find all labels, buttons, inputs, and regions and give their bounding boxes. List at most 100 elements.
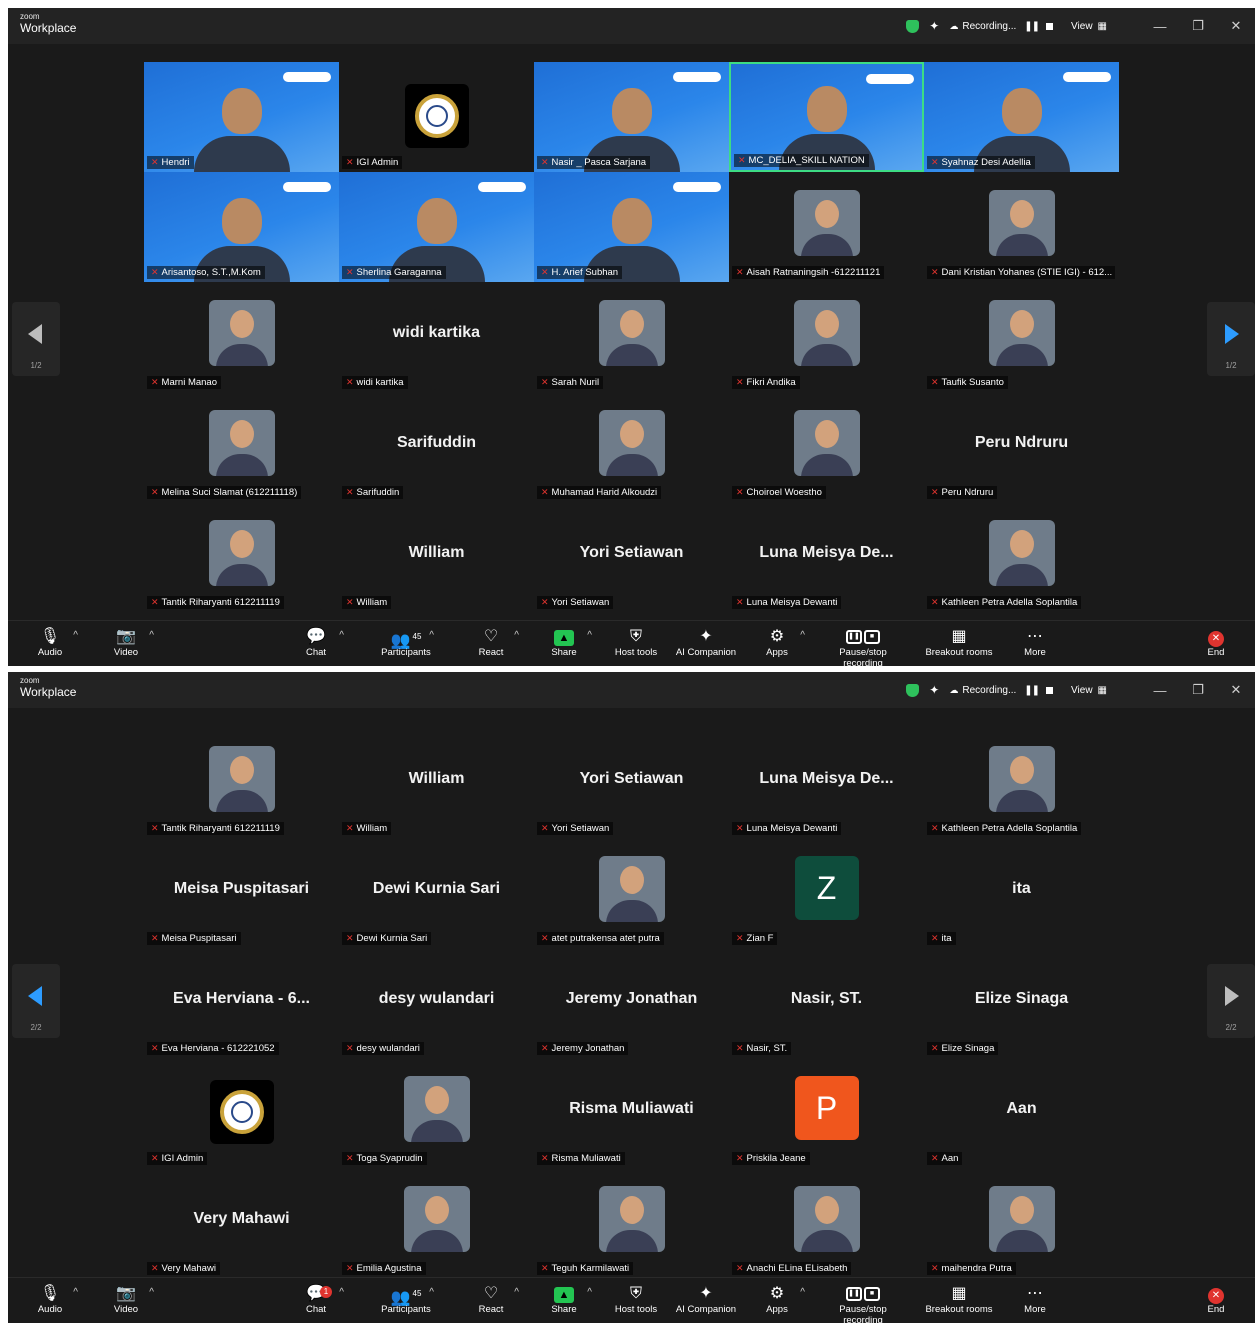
ai-companion-button[interactable]: ✦ AI Companion xyxy=(666,1284,746,1315)
recording-indicator[interactable]: ☁ Recording... ❚❚ xyxy=(949,21,1054,32)
pause-stop-recording-button[interactable]: ❚❚ ■ Pause/stop recording xyxy=(823,1284,903,1323)
participant-tile[interactable]: ✕ H. Arief Subhan xyxy=(534,172,729,282)
participant-tile[interactable]: P ✕ Priskila Jeane xyxy=(729,1058,924,1168)
chevron-up-icon[interactable]: ^ xyxy=(339,1287,344,1298)
video-button[interactable]: 📷 Video ^ xyxy=(86,627,166,658)
participant-tile[interactable]: ✕ Nasir _ Pasca Sarjana xyxy=(534,62,729,172)
participant-tile[interactable]: Aan ✕ Aan xyxy=(924,1058,1119,1168)
restore-button[interactable]: ❐ xyxy=(1179,18,1217,34)
participant-tile[interactable]: Meisa Puspitasari ✕ Meisa Puspitasari xyxy=(144,838,339,948)
chat-button[interactable]: 💬 Chat ^ xyxy=(276,627,356,658)
next-page-button[interactable]: 1/2 xyxy=(1207,302,1255,376)
minimize-button[interactable]: — xyxy=(1141,683,1179,698)
participant-tile[interactable]: ✕ Dani Kristian Yohanes (STIE IGI) - 612… xyxy=(924,172,1119,282)
participant-tile[interactable]: Yori Setiawan ✕ Yori Setiawan xyxy=(534,728,729,838)
participants-button[interactable]: 👥 45 Participants ^ xyxy=(366,627,446,658)
encryption-shield-icon[interactable] xyxy=(906,19,920,33)
pause-recording-icon[interactable]: ❚❚ xyxy=(1024,685,1040,696)
participant-tile[interactable]: ✕ atet putrakensa atet putra xyxy=(534,838,729,948)
participant-tile[interactable]: ✕ Sarah Nuril xyxy=(534,282,729,392)
chevron-up-icon[interactable]: ^ xyxy=(73,630,78,641)
participant-tile[interactable]: Sarifuddin ✕ Sarifuddin xyxy=(339,392,534,502)
participant-tile[interactable]: ✕ Kathleen Petra Adella Soplantila xyxy=(924,728,1119,838)
participant-tile[interactable]: Jeremy Jonathan ✕ Jeremy Jonathan xyxy=(534,948,729,1058)
participant-tile[interactable]: Luna Meisya De... ✕ Luna Meisya Dewanti xyxy=(729,502,924,612)
breakout-rooms-button[interactable]: ▦ Breakout rooms xyxy=(919,1284,999,1315)
participant-tile[interactable]: ✕ IGI Admin xyxy=(339,62,534,172)
chevron-up-icon[interactable]: ^ xyxy=(587,1287,592,1298)
participant-tile[interactable]: Dewi Kurnia Sari ✕ Dewi Kurnia Sari xyxy=(339,838,534,948)
previous-page-button[interactable]: 1/2 xyxy=(12,302,60,376)
participant-tile[interactable]: William ✕ William xyxy=(339,502,534,612)
close-button[interactable]: ✕ xyxy=(1217,18,1255,34)
participant-tile[interactable]: ✕ Fikri Andika xyxy=(729,282,924,392)
apps-button[interactable]: ⚙ Apps ^ xyxy=(737,1284,817,1315)
host-tools-button[interactable]: ⛨ Host tools xyxy=(596,627,676,658)
view-button[interactable]: View ▦ xyxy=(1071,21,1107,32)
ai-sparkle-icon[interactable]: ✦ xyxy=(929,683,939,697)
chevron-up-icon[interactable]: ^ xyxy=(514,1287,519,1298)
participant-tile[interactable]: Z ✕ Zian F xyxy=(729,838,924,948)
participant-tile[interactable]: ✕ Emilia Agustina xyxy=(339,1168,534,1278)
participants-button[interactable]: 👥 45 Participants ^ xyxy=(366,1284,446,1315)
participant-tile[interactable]: ita ✕ ita xyxy=(924,838,1119,948)
share-button[interactable]: ▲ Share ^ xyxy=(524,1284,604,1315)
participant-tile[interactable]: Eva Herviana - 6... ✕ Eva Herviana - 612… xyxy=(144,948,339,1058)
participant-tile[interactable]: ✕ Melina Suci Slamat (612211118) xyxy=(144,392,339,502)
pause-recording-icon[interactable]: ❚❚ xyxy=(1024,21,1040,32)
chevron-up-icon[interactable]: ^ xyxy=(429,1287,434,1298)
video-button[interactable]: 📷 Video ^ xyxy=(86,1284,166,1315)
participant-tile[interactable]: ✕ Sherlina Garaganna xyxy=(339,172,534,282)
participant-tile[interactable]: William ✕ William xyxy=(339,728,534,838)
view-button[interactable]: View ▦ xyxy=(1071,685,1107,696)
ai-sparkle-icon[interactable]: ✦ xyxy=(929,19,939,33)
minimize-button[interactable]: — xyxy=(1141,19,1179,34)
close-button[interactable]: ✕ xyxy=(1217,682,1255,698)
participant-tile[interactable]: ✕ Aisah Ratnaningsih -612211121 xyxy=(729,172,924,282)
audio-button[interactable]: 🎙 Audio ^ xyxy=(10,1284,90,1315)
participant-tile[interactable]: Yori Setiawan ✕ Yori Setiawan xyxy=(534,502,729,612)
recording-indicator[interactable]: ☁ Recording... ❚❚ xyxy=(949,685,1054,696)
participant-tile[interactable]: ✕ Choiroel Woestho xyxy=(729,392,924,502)
chevron-up-icon[interactable]: ^ xyxy=(587,630,592,641)
participant-tile[interactable]: ✕ Kathleen Petra Adella Soplantila xyxy=(924,502,1119,612)
more-button[interactable]: ⋯ More xyxy=(995,1284,1075,1315)
stop-recording-icon[interactable] xyxy=(1046,22,1054,30)
end-button[interactable]: ✕ End xyxy=(1176,1284,1255,1315)
stop-recording-icon[interactable] xyxy=(1046,686,1054,694)
participant-tile[interactable]: Nasir, ST. ✕ Nasir, ST. xyxy=(729,948,924,1058)
participant-tile[interactable]: desy wulandari ✕ desy wulandari xyxy=(339,948,534,1058)
participant-tile[interactable]: ✕ Toga Syaprudin xyxy=(339,1058,534,1168)
participant-tile[interactable]: ✕ IGI Admin xyxy=(144,1058,339,1168)
chevron-up-icon[interactable]: ^ xyxy=(149,630,154,641)
chevron-up-icon[interactable]: ^ xyxy=(800,1287,805,1298)
participant-tile[interactable]: ✕ Anachi ELina ELisabeth xyxy=(729,1168,924,1278)
participant-tile[interactable]: ✕ Teguh Karmilawati xyxy=(534,1168,729,1278)
react-button[interactable]: ♡ React ^ xyxy=(451,627,531,658)
chat-button[interactable]: 💬 Chat ^ 1 xyxy=(276,1284,356,1315)
participant-tile[interactable]: ✕ Marni Manao xyxy=(144,282,339,392)
chevron-up-icon[interactable]: ^ xyxy=(149,1287,154,1298)
chevron-up-icon[interactable]: ^ xyxy=(73,1287,78,1298)
previous-page-button[interactable]: 2/2 xyxy=(12,964,60,1038)
react-button[interactable]: ♡ React ^ xyxy=(451,1284,531,1315)
next-page-button[interactable]: 2/2 xyxy=(1207,964,1255,1038)
apps-button[interactable]: ⚙ Apps ^ xyxy=(737,627,817,658)
participant-tile[interactable]: ✕ Taufik Susanto xyxy=(924,282,1119,392)
participant-tile[interactable]: Peru Ndruru ✕ Peru Ndruru xyxy=(924,392,1119,502)
participant-tile[interactable]: Risma Muliawati ✕ Risma Muliawati xyxy=(534,1058,729,1168)
end-button[interactable]: ✕ End xyxy=(1176,627,1255,658)
chevron-up-icon[interactable]: ^ xyxy=(429,630,434,641)
share-button[interactable]: ▲ Share ^ xyxy=(524,627,604,658)
participant-tile[interactable]: ✕ Syahnaz Desi Adellia xyxy=(924,62,1119,172)
participant-tile[interactable]: ✕ Tantik Riharyanti 612211119 xyxy=(144,728,339,838)
participant-tile[interactable]: Luna Meisya De... ✕ Luna Meisya Dewanti xyxy=(729,728,924,838)
participant-tile[interactable]: ✕ MC_DELIA_SKILL NATION xyxy=(729,62,924,172)
chevron-up-icon[interactable]: ^ xyxy=(514,630,519,641)
chevron-up-icon[interactable]: ^ xyxy=(339,630,344,641)
participant-tile[interactable]: ✕ Arisantoso, S.T.,M.Kom xyxy=(144,172,339,282)
audio-button[interactable]: 🎙 Audio ^ xyxy=(10,627,90,658)
participant-tile[interactable]: Very Mahawi ✕ Very Mahawi xyxy=(144,1168,339,1278)
chevron-up-icon[interactable]: ^ xyxy=(800,630,805,641)
pause-stop-recording-button[interactable]: ❚❚ ■ Pause/stop recording xyxy=(823,627,903,666)
